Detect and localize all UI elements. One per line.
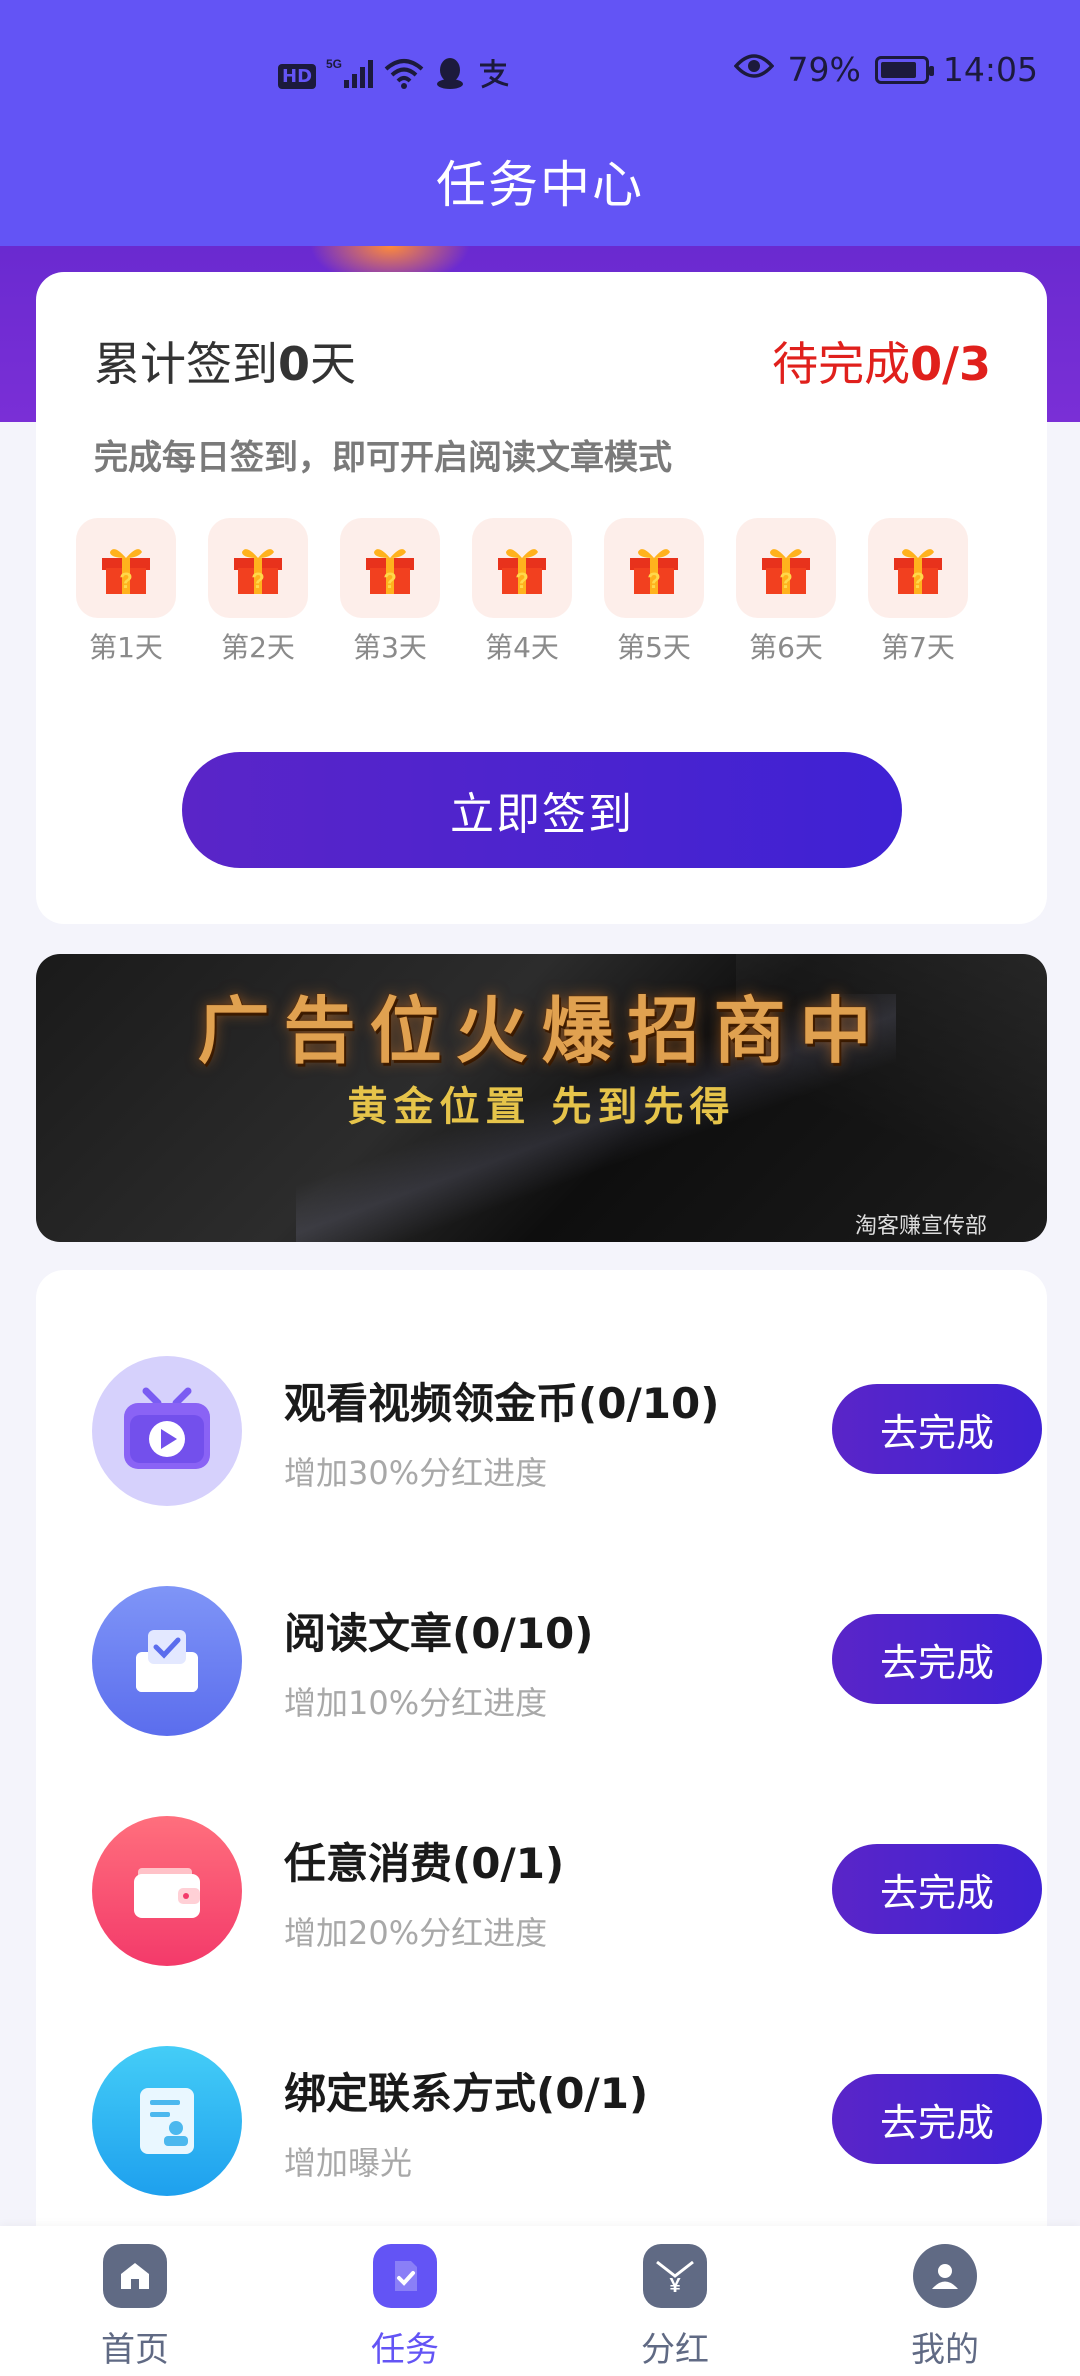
signin-pending-value: 0/3 <box>910 337 991 391</box>
wallet-icon <box>92 1816 242 1966</box>
task-name: 观看视频领金币(0/10) <box>284 1379 720 1428</box>
svg-text:?: ? <box>251 568 264 593</box>
svg-text:?: ? <box>911 568 924 593</box>
signin-day-6: ? 第6天 <box>736 518 836 666</box>
task-item: 观看视频领金币(0/10) 增加30%分红进度 去完成 <box>92 1356 1052 1506</box>
signin-day-7: ? 第7天 <box>868 518 968 666</box>
svg-text:?: ? <box>383 568 396 593</box>
nav-label: 任务 <box>371 2330 439 2370</box>
signin-day-label: 第4天 <box>485 631 559 664</box>
gift-icon: ? <box>208 518 308 618</box>
signin-total: 累计签到0天 <box>94 337 357 391</box>
signal-icon: 5G <box>326 56 374 97</box>
signin-day-label: 第5天 <box>617 631 691 664</box>
signin-day-label: 第6天 <box>749 631 823 664</box>
signin-days: ? 第1天 ? 第2天 ? 第3天 ? 第4天 ? 第5天 ? 第6天 ? 第7… <box>76 518 968 666</box>
task-desc: 增加20%分红进度 <box>284 1914 548 1952</box>
signin-day-label: 第7天 <box>881 631 955 664</box>
gift-icon: ? <box>868 518 968 618</box>
home-icon <box>103 2244 167 2308</box>
svg-text:?: ? <box>647 568 660 593</box>
task-desc: 增加曝光 <box>284 2144 413 2182</box>
nav-label: 分红 <box>641 2330 709 2370</box>
wifi-icon <box>384 57 424 96</box>
signin-day-1: ? 第1天 <box>76 518 176 666</box>
page-title: 任务中心 <box>436 156 644 214</box>
ad-title: 广告位火爆招商中 <box>197 988 886 1073</box>
task-complete-button[interactable]: 去完成 <box>832 1844 1042 1934</box>
signin-day-label: 第3天 <box>353 631 427 664</box>
signin-subtitle: 完成每日签到，即可开启阅读文章模式 <box>94 438 672 478</box>
svg-text:?: ? <box>515 568 528 593</box>
nav-item-tasks[interactable]: 任务 <box>270 2226 540 2376</box>
gift-icon: ? <box>604 518 704 618</box>
hd-badge: HD <box>278 64 317 89</box>
task-name: 任意消费(0/1) <box>284 1839 565 1888</box>
nav-label: 我的 <box>911 2330 979 2370</box>
video-icon <box>92 1356 242 1506</box>
contact-card-icon <box>92 2046 242 2196</box>
task-name: 阅读文章(0/10) <box>284 1609 594 1658</box>
task-item: 绑定联系方式(0/1) 增加曝光 去完成 <box>92 2046 1052 2196</box>
ad-banner[interactable]: 广告位火爆招商中 黄金位置 先到先得 淘客赚宣传部 <box>36 954 1047 1242</box>
status-bar: HD 5G 79% 14:05 <box>0 50 1080 100</box>
alipay-icon <box>476 57 510 96</box>
profile-icon <box>913 2244 977 2308</box>
signin-button[interactable]: 立即签到 <box>182 752 902 868</box>
signin-day-label: 第2天 <box>221 631 295 664</box>
bottom-nav: 首页 任务 ¥ 分红 我的 <box>0 2226 1080 2376</box>
task-doc-icon <box>373 2244 437 2308</box>
battery-percent: 79% <box>787 50 861 89</box>
task-item: 阅读文章(0/10) 增加10%分红进度 去完成 <box>92 1586 1052 1736</box>
signin-day-2: ? 第2天 <box>208 518 308 666</box>
ad-footer: 淘客赚宣传部 <box>854 1214 987 1239</box>
eye-icon <box>733 52 774 87</box>
network-type: 5G <box>326 57 342 71</box>
nav-label: 首页 <box>101 2330 169 2370</box>
signin-day-4: ? 第4天 <box>472 518 572 666</box>
task-list-card: 观看视频领金币(0/10) 增加30%分红进度 去完成 阅读文章(0/10) 增… <box>36 1270 1047 2376</box>
task-complete-button[interactable]: 去完成 <box>832 2074 1042 2164</box>
clock: 14:05 <box>942 50 1038 89</box>
gift-icon: ? <box>76 518 176 618</box>
ad-subtitle: 黄金位置 先到先得 <box>347 1083 736 1130</box>
article-icon <box>92 1586 242 1736</box>
gift-icon: ? <box>340 518 440 618</box>
signin-card: 累计签到0天 待完成0/3 完成每日签到，即可开启阅读文章模式 ? 第1天 ? … <box>36 272 1047 924</box>
signin-day-3: ? 第3天 <box>340 518 440 666</box>
status-right: 79% 14:05 <box>733 50 1038 89</box>
task-desc: 增加10%分红进度 <box>284 1684 548 1722</box>
task-complete-button[interactable]: 去完成 <box>832 1384 1042 1474</box>
task-item: 任意消费(0/1) 增加20%分红进度 去完成 <box>92 1816 1052 1966</box>
task-name: 绑定联系方式(0/1) <box>284 2069 649 2118</box>
signin-total-days: 0 <box>278 337 311 391</box>
dividend-envelope-icon: ¥ <box>643 2244 707 2308</box>
nav-item-mine[interactable]: 我的 <box>810 2226 1080 2376</box>
gift-icon: ? <box>736 518 836 618</box>
svg-text:?: ? <box>119 568 132 593</box>
signin-day-label: 第1天 <box>89 631 163 664</box>
signin-pending: 待完成0/3 <box>772 337 991 391</box>
task-desc: 增加30%分红进度 <box>284 1454 548 1492</box>
status-left: HD 5G <box>278 56 510 97</box>
nav-item-home[interactable]: 首页 <box>0 2226 270 2376</box>
battery-icon <box>874 55 934 84</box>
app-header: HD 5G 79% 14:05 任务中心 <box>0 0 1080 246</box>
svg-text:?: ? <box>779 568 792 593</box>
qq-icon <box>434 56 466 97</box>
signin-day-5: ? 第5天 <box>604 518 704 666</box>
nav-item-dividend[interactable]: ¥ 分红 <box>540 2226 810 2376</box>
task-complete-button[interactable]: 去完成 <box>832 1614 1042 1704</box>
svg-text:¥: ¥ <box>669 2275 681 2296</box>
gift-icon: ? <box>472 518 572 618</box>
